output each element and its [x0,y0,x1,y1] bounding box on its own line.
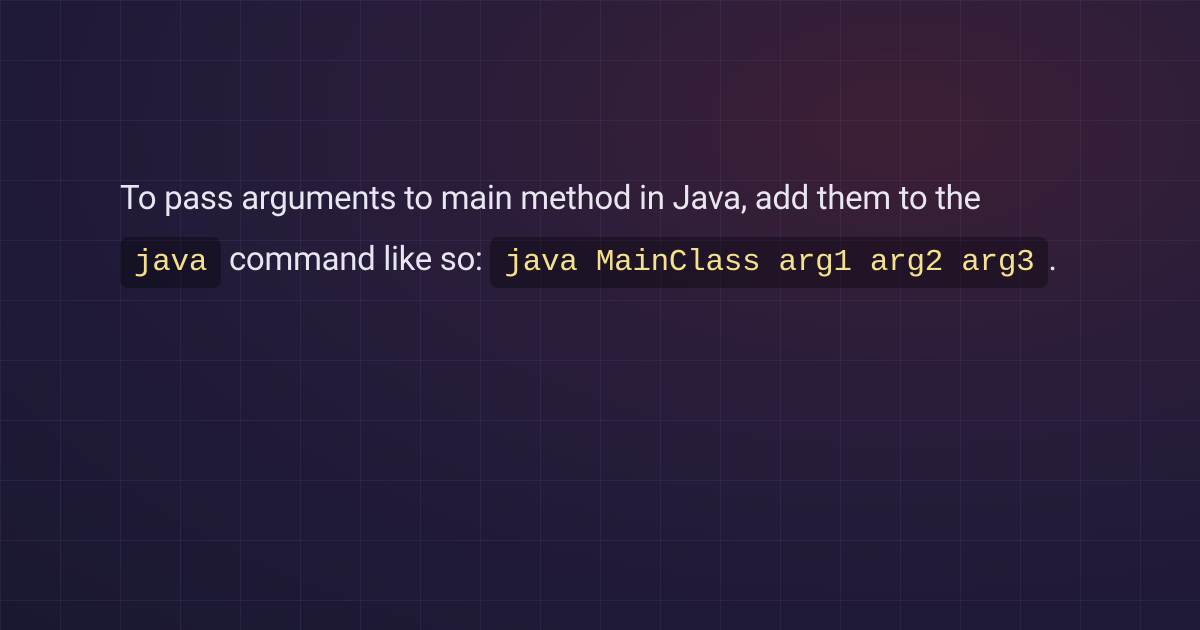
text-segment-1: To pass arguments to main method in Java… [120,179,981,218]
inline-code-command: java MainClass arg1 arg2 arg3 [490,237,1048,288]
main-content: To pass arguments to main method in Java… [0,0,1200,290]
text-segment-2: command like so: [221,240,490,279]
inline-code-java: java [120,237,221,288]
text-segment-3: . [1048,240,1056,279]
